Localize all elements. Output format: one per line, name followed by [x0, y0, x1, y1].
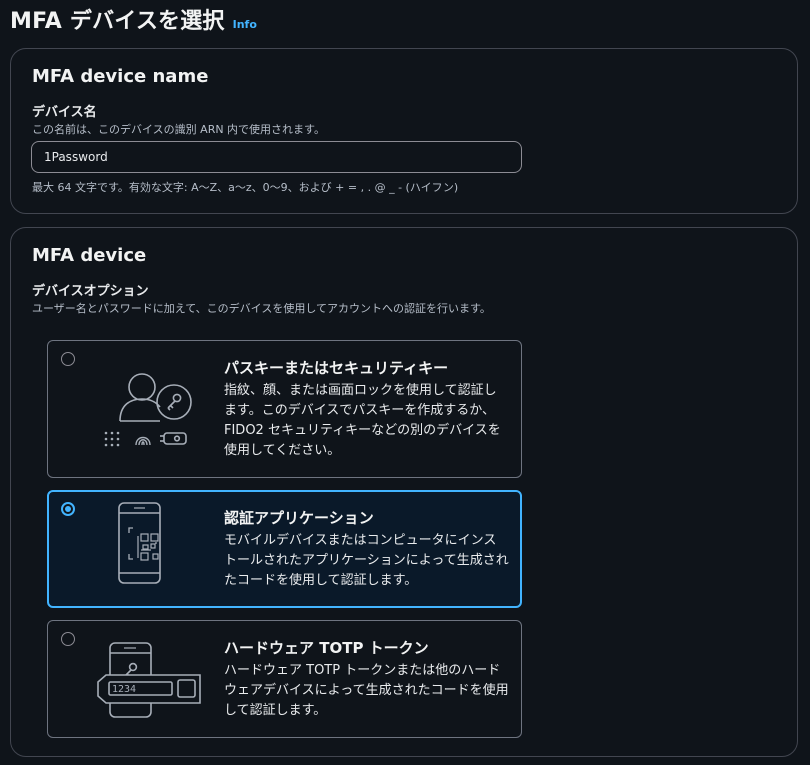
passkey-icon [104, 373, 192, 447]
device-name-input[interactable] [31, 141, 522, 173]
option-tile-authenticator-app[interactable]: 認証アプリケーション モバイルデバイスまたはコンピュータにインストールされたアプ… [47, 490, 522, 608]
page-title: MFA デバイスを選択 [10, 9, 225, 34]
hardware-token-icon: 1234 [97, 642, 201, 718]
mfa-device-container: MFA device デバイスオプション ユーザー名とパスワードに加えて、このデ… [10, 227, 798, 757]
device-options-label: デバイスオプション [32, 284, 149, 299]
radio-passkey[interactable] [61, 352, 75, 366]
radio-hardware-totp[interactable] [61, 632, 75, 646]
info-link[interactable]: Info [233, 18, 257, 31]
section-title: MFA device name [32, 66, 209, 87]
option-description: ハードウェア TOTP トークンまたは他のハードウェアデバイスによって生成された… [224, 663, 509, 718]
device-name-description: この名前は、このデバイスの識別 ARN 内で使用されます。 [32, 123, 325, 136]
option-tile-passkey[interactable]: パスキーまたはセキュリティキー 指紋、顔、または画面ロックを使用して認証します。… [47, 340, 522, 478]
authenticator-app-icon [118, 502, 161, 584]
page-header: MFA デバイスを選択 Info [10, 3, 257, 35]
device-name-constraint: 最大 64 文字です。有効な文字: A〜Z、a〜z、0〜9、および + = , … [32, 181, 459, 194]
radio-authenticator-app[interactable] [61, 502, 75, 516]
section-title: MFA device [32, 245, 147, 266]
option-title: ハードウェア TOTP トークン [224, 639, 429, 657]
option-title: 認証アプリケーション [224, 509, 374, 527]
option-tile-hardware-totp[interactable]: 1234 ハードウェア TOTP トークン ハードウェア TOTP トークンまた… [47, 620, 522, 738]
option-title: パスキーまたはセキュリティキー [224, 359, 449, 377]
option-description: モバイルデバイスまたはコンピュータにインストールされたアプリケーションによって生… [224, 533, 509, 588]
option-description: 指紋、顔、または画面ロックを使用して認証します。このデバイスでパスキーを作成する… [224, 383, 501, 458]
device-options-description: ユーザー名とパスワードに加えて、このデバイスを使用してアカウントへの認証を行いま… [32, 302, 491, 315]
mfa-device-name-container: MFA device name デバイス名 この名前は、このデバイスの識別 AR… [10, 48, 798, 214]
device-name-label: デバイス名 [32, 105, 97, 120]
token-display-digits: 1234 [112, 684, 136, 695]
